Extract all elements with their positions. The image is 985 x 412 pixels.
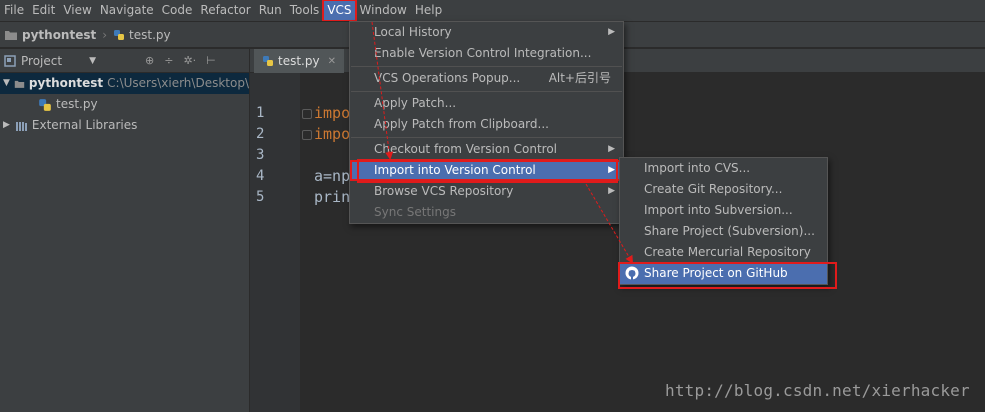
submenu-item-create-mercurial[interactable]: Create Mercurial Repository (620, 242, 827, 263)
submenu-arrow-icon: ▶ (608, 27, 615, 37)
breadcrumb-project-label: pythontest (22, 27, 97, 42)
menu-item-local-history[interactable]: Local History ▶ (350, 22, 623, 43)
python-file-icon (114, 29, 125, 40)
tab-test-py[interactable]: test.py ✕ (254, 49, 344, 73)
line-number: 4 (256, 168, 265, 184)
menu-edit[interactable]: Edit (28, 0, 59, 21)
menu-item-browse-vcs[interactable]: Browse VCS Repository ▶ (350, 181, 623, 202)
menu-item-label: Apply Patch... (374, 96, 457, 110)
vcs-menu: Local History ▶ Enable Version Control I… (349, 21, 624, 224)
project-view-selector[interactable]: Project ▼ (0, 54, 145, 68)
menu-separator (351, 137, 622, 138)
menu-separator (351, 91, 622, 92)
menu-item-vcs-popup[interactable]: VCS Operations Popup... Alt+后引号 (350, 68, 623, 89)
breadcrumb-file[interactable]: test.py (109, 28, 175, 42)
menu-bar: File Edit View Navigate Code Refactor Ru… (0, 0, 985, 22)
submenu-item-import-svn[interactable]: Import into Subversion... (620, 200, 827, 221)
submenu-item-import-cvs[interactable]: Import into CVS... (620, 158, 827, 179)
line-number-gutter (250, 73, 300, 412)
project-toolbar: Project ▼ ⊕ ÷ ✲· ⊢ (0, 49, 249, 73)
folder-icon (14, 80, 25, 88)
submenu-item-label: Import into Subversion... (644, 203, 793, 217)
expand-arrow-icon[interactable]: ▶ (3, 115, 10, 136)
gear-icon[interactable]: ✲· (183, 54, 196, 67)
menu-item-enable-vcs[interactable]: Enable Version Control Integration... (350, 43, 623, 64)
expand-arrow-icon[interactable]: ▼ (3, 73, 10, 94)
menu-code[interactable]: Code (158, 0, 197, 21)
dropdown-arrow-icon: ▼ (89, 55, 96, 66)
hide-icon[interactable]: ⊢ (206, 54, 216, 67)
menu-item-shortcut: Alt+后引号 (548, 71, 611, 85)
tree-item-libraries[interactable]: ▶ External Libraries (3, 115, 137, 136)
tree-libraries-label: External Libraries (31, 118, 138, 132)
tab-label: test.py (278, 54, 320, 68)
project-icon (4, 54, 16, 67)
menu-view[interactable]: View (59, 0, 95, 21)
menu-item-apply-patch[interactable]: Apply Patch... (350, 93, 623, 114)
menu-file[interactable]: File (0, 0, 28, 21)
watermark: http://blog.csdn.net/xierhacker (665, 381, 970, 400)
close-icon[interactable]: ✕ (328, 56, 336, 67)
python-file-icon (39, 98, 51, 111)
submenu-item-label: Create Mercurial Repository (644, 245, 811, 259)
submenu-arrow-icon: ▶ (608, 186, 615, 196)
annotation-box-import (357, 159, 618, 183)
menu-item-label: VCS Operations Popup... (374, 71, 521, 85)
menu-item-label: Checkout from Version Control (374, 142, 558, 156)
collapse-icon[interactable]: ÷ (164, 54, 173, 67)
fold-marker-icon[interactable] (302, 130, 312, 140)
chevron-right-icon: › (102, 27, 108, 42)
line-number: 5 (256, 189, 265, 205)
code-line: impo (314, 104, 351, 122)
submenu-item-label: Share Project (Subversion)... (644, 224, 815, 238)
code-line: impo (314, 125, 351, 143)
menu-item-label: Browse VCS Repository (374, 184, 514, 198)
menu-navigate[interactable]: Navigate (96, 0, 158, 21)
sync-icon[interactable]: ⊕ (145, 54, 154, 67)
menu-help[interactable]: Help (411, 0, 446, 21)
menu-item-checkout[interactable]: Checkout from Version Control ▶ (350, 139, 623, 160)
folder-icon (5, 30, 17, 40)
menu-window[interactable]: Window (356, 0, 411, 21)
submenu-item-label: Import into CVS... (644, 161, 751, 175)
library-icon (15, 121, 27, 131)
menu-item-label: Sync Settings (374, 205, 456, 219)
code-line: a=np (314, 167, 351, 185)
menu-item-label: Apply Patch from Clipboard... (374, 117, 549, 131)
tree-item-root[interactable]: ▼ pythontest C:\Users\xierh\Desktop\ (0, 73, 249, 94)
menu-separator (351, 66, 622, 67)
tree-file-label: test.py (56, 97, 98, 111)
project-tree: ▼ pythontest C:\Users\xierh\Desktop\ tes… (0, 73, 249, 412)
menu-refactor[interactable]: Refactor (196, 0, 254, 21)
python-file-icon (263, 56, 273, 66)
annotation-box-github (618, 262, 837, 289)
submenu-item-label: Create Git Repository... (644, 182, 783, 196)
line-number: 2 (256, 126, 265, 142)
code-line: prin (314, 188, 351, 206)
line-number: 1 (256, 105, 265, 121)
menu-item-apply-patch-clipboard[interactable]: Apply Patch from Clipboard... (350, 114, 623, 135)
menu-run[interactable]: Run (255, 0, 286, 21)
menu-item-label: Local History (374, 25, 452, 39)
project-title: Project (21, 53, 63, 68)
menu-vcs[interactable]: VCS (322, 0, 357, 22)
fold-marker-icon[interactable] (302, 109, 312, 119)
breadcrumb-file-label: test.py (129, 27, 171, 42)
submenu-arrow-icon: ▶ (608, 144, 615, 154)
menu-item-label: Enable Version Control Integration... (374, 46, 592, 60)
tree-root-path: C:\Users\xierh\Desktop\ (107, 76, 249, 90)
line-number: 3 (256, 147, 265, 163)
tree-root-name: pythontest (28, 76, 104, 90)
menu-tools[interactable]: Tools (286, 0, 324, 21)
submenu-item-share-svn[interactable]: Share Project (Subversion)... (620, 221, 827, 242)
breadcrumb-project[interactable]: pythontest (0, 28, 100, 42)
submenu-item-create-git[interactable]: Create Git Repository... (620, 179, 827, 200)
menu-item-sync-settings: Sync Settings (350, 202, 623, 223)
tree-item-file[interactable]: test.py (38, 94, 98, 115)
